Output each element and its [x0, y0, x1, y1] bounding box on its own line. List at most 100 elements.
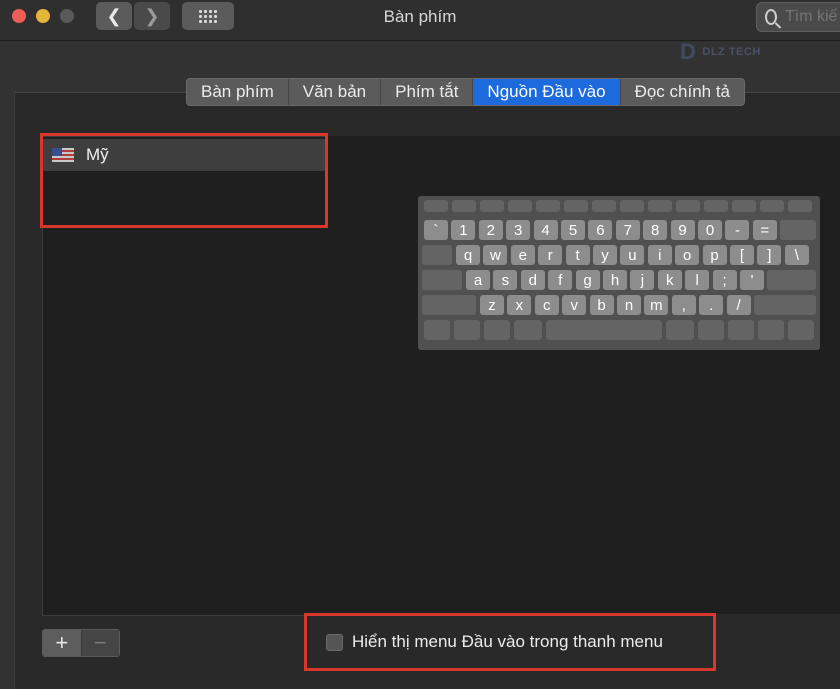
blank-key	[704, 200, 728, 212]
keyboard-layout-preview: ` 1 2 3 4 5 6 7 8 9 0- = q w e r t y u i o p[] \ a s d f g h j k l; ' z x c…	[418, 196, 820, 350]
blank-key	[546, 320, 662, 340]
key-label: 5	[561, 220, 585, 240]
key-label: 2	[478, 220, 503, 240]
blank-key	[788, 200, 812, 212]
key-label: o	[675, 245, 700, 265]
key-label: [	[730, 245, 754, 265]
key-label: ;	[712, 270, 737, 290]
keyboard-row: q w e r t y u i o p[] \	[418, 245, 820, 265]
keyboard-row	[418, 320, 820, 340]
key-label: e	[510, 245, 535, 265]
tab-keyboard[interactable]: Bàn phím	[187, 79, 289, 105]
key-label: 8	[643, 220, 668, 240]
blank-key	[484, 320, 510, 340]
blank-key	[452, 200, 476, 212]
blank-key	[788, 320, 814, 340]
watermark-logo: D DLZ TECH	[680, 39, 761, 64]
keyboard-row: ` 1 2 3 4 5 6 7 8 9 0- =	[418, 220, 820, 240]
blank-key	[754, 295, 816, 315]
key-label: m	[644, 295, 669, 315]
key-label: l	[685, 270, 710, 290]
key-label: s	[493, 270, 518, 290]
remove-source-button[interactable]: −	[80, 630, 119, 656]
search-field[interactable]	[756, 2, 840, 32]
highlight-box-checkbox	[304, 613, 716, 671]
tab-bar: Bàn phím Văn bản Phím tắt Nguồn Đầu vào …	[186, 78, 746, 106]
blank-key	[424, 200, 448, 212]
key-label: `	[424, 220, 448, 240]
keyboard-row: z x c v b n m,. /	[418, 295, 820, 315]
blank-key	[422, 270, 462, 290]
blank-key	[536, 200, 560, 212]
blank-key	[767, 270, 816, 290]
key-label: t	[565, 245, 590, 265]
key-label: z	[480, 295, 504, 315]
key-label: 6	[588, 220, 613, 240]
key-label: y	[593, 245, 617, 265]
add-remove-control: + −	[42, 629, 120, 657]
key-label: x	[507, 295, 532, 315]
blank-key	[698, 320, 724, 340]
blank-key	[480, 200, 504, 212]
key-label: i	[647, 245, 672, 265]
key-label: ]	[757, 245, 782, 265]
key-label: d	[520, 270, 545, 290]
tab-shortcuts[interactable]: Phím tắt	[381, 79, 474, 105]
key-label: a	[466, 270, 490, 290]
key-label: v	[562, 295, 587, 315]
key-label: -	[725, 220, 750, 240]
key-label: r	[538, 245, 563, 265]
key-label: f	[548, 270, 573, 290]
key-label: .	[699, 295, 724, 315]
blank-key	[514, 320, 542, 340]
title-bar: ❮ ❯ Bàn phím	[0, 0, 840, 41]
key-label: =	[752, 220, 777, 240]
blank-key	[758, 320, 784, 340]
key-label: ,	[671, 295, 696, 315]
key-label: w	[483, 245, 508, 265]
blank-key	[620, 200, 644, 212]
blank-key	[422, 245, 452, 265]
key-label: 7	[615, 220, 640, 240]
key-label: b	[589, 295, 614, 315]
keyboard-row: a s d f g h j k l; '	[418, 270, 820, 290]
key-label: j	[630, 270, 655, 290]
blank-key	[780, 220, 816, 240]
blank-key	[592, 200, 616, 212]
highlight-box-input-list	[40, 133, 328, 228]
tab-text[interactable]: Văn bản	[288, 79, 382, 105]
blank-key	[676, 200, 700, 212]
window-title: Bàn phím	[383, 7, 457, 26]
tab-dictation[interactable]: Đọc chính tả	[620, 79, 745, 105]
key-label: c	[534, 295, 559, 315]
key-label: h	[603, 270, 627, 290]
blank-key	[564, 200, 588, 212]
key-label: 0	[698, 220, 722, 240]
key-label: 9	[670, 220, 695, 240]
key-label: /	[726, 295, 751, 315]
blank-key	[666, 320, 694, 340]
blank-key	[728, 320, 754, 340]
key-label: 1	[451, 220, 476, 240]
key-label: k	[657, 270, 682, 290]
blank-key	[422, 295, 476, 315]
search-input[interactable]	[783, 7, 840, 27]
add-source-button[interactable]: +	[43, 630, 81, 656]
key-label: n	[617, 295, 641, 315]
key-label: g	[575, 270, 600, 290]
key-label: \	[784, 245, 809, 265]
blank-key	[454, 320, 480, 340]
tab-input-sources[interactable]: Nguồn Đầu vào	[473, 79, 621, 105]
blank-key	[424, 320, 450, 340]
key-label: p	[702, 245, 727, 265]
key-label: q	[456, 245, 480, 265]
search-icon	[765, 9, 777, 25]
keyboard-row	[418, 200, 820, 214]
blank-key	[732, 200, 756, 212]
key-label: 3	[506, 220, 531, 240]
key-label: 4	[533, 220, 558, 240]
blank-key	[508, 200, 532, 212]
blank-key	[760, 200, 784, 212]
key-label: u	[620, 245, 645, 265]
blank-key	[648, 200, 672, 212]
